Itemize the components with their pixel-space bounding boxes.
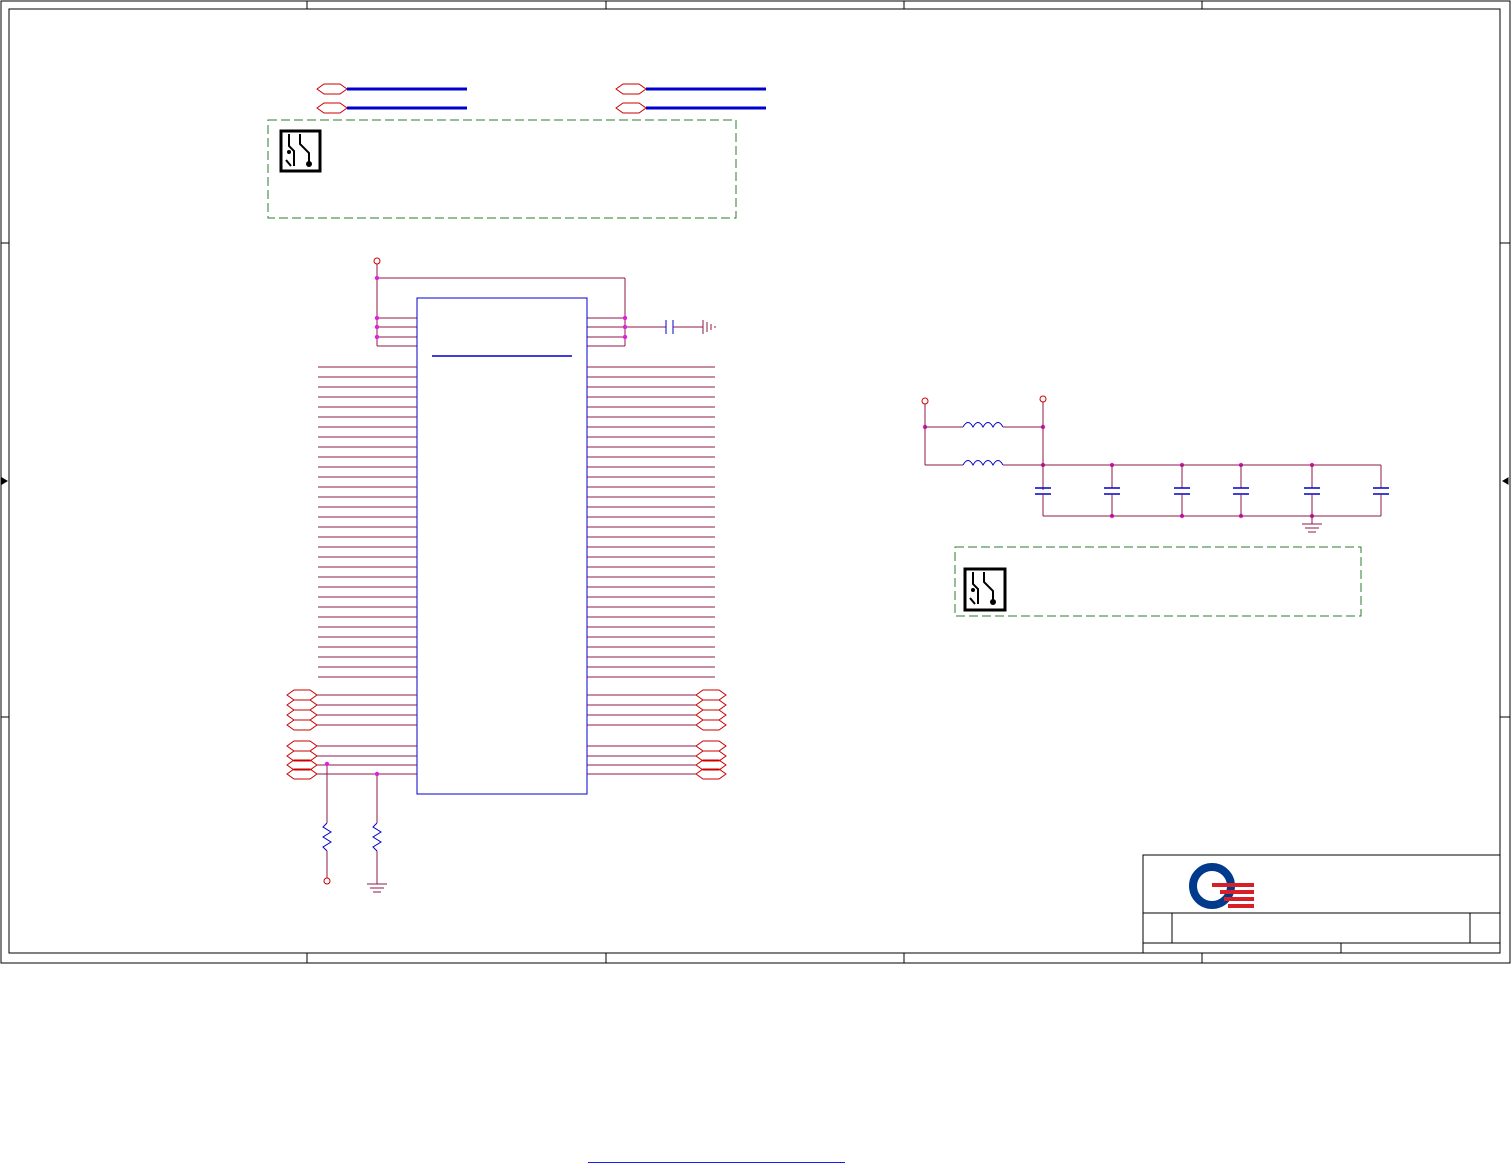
junction-dot xyxy=(622,324,628,330)
junction-dot xyxy=(374,275,380,281)
junction-dot xyxy=(622,334,628,340)
junction-dot xyxy=(374,324,380,330)
offpage-port-right xyxy=(695,689,727,701)
offpage-port-right xyxy=(695,699,727,711)
offpage-port-right xyxy=(695,719,727,731)
junction-dot xyxy=(374,771,380,777)
inductor-2 xyxy=(962,460,1004,467)
schematic-sheet xyxy=(0,0,1511,964)
offpage-port-left xyxy=(286,699,318,711)
pcb-layout-icon xyxy=(279,129,322,173)
decoupling-capacitors xyxy=(1035,465,1389,516)
offpage-port-left xyxy=(286,740,318,752)
layout-note-box-1 xyxy=(267,119,737,219)
offpage-port-right xyxy=(695,709,727,721)
footer-link[interactable] xyxy=(588,1162,845,1163)
offpage-port-left xyxy=(286,719,318,731)
junction-dot xyxy=(374,334,380,340)
pull-resistors xyxy=(322,764,387,893)
offpage-port-left xyxy=(286,689,318,701)
offpage-port-left xyxy=(286,709,318,721)
pcb-layout-icon xyxy=(963,567,1007,612)
offpage-connectors-top xyxy=(316,83,766,114)
company-logo xyxy=(1189,863,1254,909)
layout-note-box-2 xyxy=(954,546,1362,617)
junction-dot xyxy=(622,315,628,321)
offpage-port-right xyxy=(695,740,727,752)
inductor-1 xyxy=(962,422,1004,429)
main-ic xyxy=(416,297,588,795)
sheet-frame xyxy=(0,0,1511,964)
junction-dot xyxy=(374,315,380,321)
junction-dot xyxy=(324,761,330,767)
